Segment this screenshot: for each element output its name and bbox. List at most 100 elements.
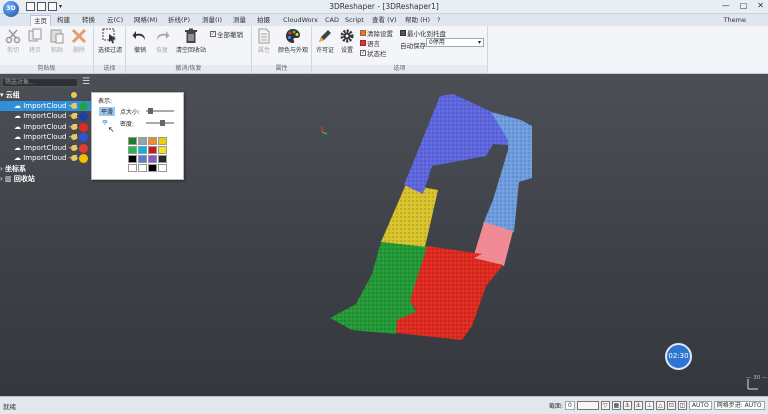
section-slider[interactable] xyxy=(576,401,599,410)
tab-polyline[interactable]: 折线(P) xyxy=(165,15,193,26)
full-undo-checkbox[interactable]: ✓ 全部撤销 xyxy=(210,29,243,39)
tab-measure[interactable]: 测量 xyxy=(230,15,249,26)
tab-mesh[interactable]: 网格(M) xyxy=(131,15,161,26)
slider-knob[interactable] xyxy=(148,108,153,114)
palette-color-cell[interactable] xyxy=(128,137,137,145)
plane-icon[interactable]: ⊥ xyxy=(644,401,654,410)
tree-root-clouds[interactable]: ▾ 云组 xyxy=(0,90,95,101)
cut-button[interactable]: 剪切 xyxy=(3,28,23,54)
visibility-icon[interactable] xyxy=(71,155,77,161)
color-swatch[interactable] xyxy=(79,101,88,111)
tab-view[interactable]: 查看 (V) xyxy=(369,15,400,26)
license-button[interactable]: 许可证 xyxy=(314,28,336,54)
palette-color-cell[interactable] xyxy=(158,146,167,154)
redo-button[interactable]: 恢复 xyxy=(151,28,173,54)
tree-item-cloud-3[interactable]: ☁ ImportCloud - 3 xyxy=(0,122,95,133)
palette-color-cell[interactable] xyxy=(128,155,137,163)
visibility-icon[interactable] xyxy=(71,113,77,119)
settings-button[interactable]: 设置 xyxy=(337,28,357,54)
color-swatch[interactable] xyxy=(79,112,88,121)
palette-color-cell[interactable] xyxy=(138,155,147,163)
close-button[interactable]: ✕ xyxy=(757,1,764,10)
filter-icon[interactable]: ▽ xyxy=(600,401,610,410)
tab-home[interactable]: 主页 xyxy=(30,15,51,26)
density-slider[interactable] xyxy=(146,120,174,126)
undo-button[interactable]: 撤销 xyxy=(129,28,151,54)
grid-icon[interactable]: ▦ xyxy=(611,401,621,410)
redo-label: 恢复 xyxy=(155,47,168,54)
help-icon[interactable]: ? xyxy=(434,15,443,26)
tab-script[interactable]: Script xyxy=(342,15,367,26)
theme-menu[interactable]: Theme xyxy=(724,16,746,24)
delete-button[interactable]: 删除 xyxy=(69,28,89,54)
hamburger-menu-icon[interactable]: ☰ xyxy=(82,78,90,87)
tab-capture[interactable]: 拍摄 xyxy=(254,15,273,26)
tab-measure-i[interactable]: 测量(I) xyxy=(199,15,225,26)
paste-button[interactable]: 粘贴 xyxy=(47,28,67,54)
clear-recycle-button[interactable]: 清空回收站 xyxy=(172,28,210,54)
tool-icon[interactable]: ⚓ xyxy=(622,401,632,410)
autosave-dropdown[interactable]: 0停用 ▾ xyxy=(426,38,484,47)
tree-item-cloud-4[interactable]: ☁ ImportCloud - 4 xyxy=(0,132,95,143)
anchor-icon[interactable]: ⚓ xyxy=(633,401,643,410)
palette-color-cell[interactable] xyxy=(128,146,137,154)
snap-icon[interactable]: ⊡ xyxy=(666,401,676,410)
color-swatch[interactable] xyxy=(79,122,88,132)
tab-cloudworx[interactable]: CloudWorx xyxy=(280,15,321,26)
visibility-icon[interactable] xyxy=(71,102,77,109)
popup-title: 表示: xyxy=(98,98,113,105)
properties-button[interactable]: 属性 xyxy=(254,28,274,54)
palette-color-cell[interactable] xyxy=(148,164,157,172)
tree-item-cloud-1[interactable]: ☁ ImportCloud - 1 xyxy=(0,100,95,111)
slider-knob[interactable] xyxy=(160,120,165,126)
color-swatch[interactable] xyxy=(79,143,88,153)
mode-smooth-option[interactable]: 平滑 xyxy=(99,107,116,116)
tree-item-recycle[interactable]: › ▥ 回收站 xyxy=(0,174,95,185)
palette-color-cell[interactable] xyxy=(148,155,157,163)
tab-transform[interactable]: 转换 xyxy=(79,15,98,26)
color-swatch[interactable] xyxy=(79,133,88,142)
checkbox-checked-icon: ✓ xyxy=(360,50,366,56)
mesh-step-field[interactable]: 网格步进: AUTO xyxy=(713,401,765,410)
color-appearance-button[interactable]: 颜色与外观 xyxy=(274,28,312,54)
tree-item-cloud-5[interactable]: ☁ ImportCloud - 5 xyxy=(0,143,95,154)
language-button[interactable]: 语言 xyxy=(360,38,380,48)
clear-settings-button[interactable]: 清除设置 xyxy=(360,28,393,38)
minimize-tray-button[interactable]: 最小化到托盘 xyxy=(400,28,446,38)
tab-cad[interactable]: CAD xyxy=(322,15,342,26)
statusbar-checkbox[interactable]: ✓ 状态栏 xyxy=(360,48,387,58)
search-input[interactable]: 筛选对象... xyxy=(2,78,78,87)
minimize-button[interactable]: — xyxy=(722,1,730,10)
tree-item-cloud-6[interactable]: ☁ ImportCloud - 6 xyxy=(0,153,95,164)
visibility-icon[interactable] xyxy=(71,134,77,140)
palette-color-cell[interactable] xyxy=(138,146,147,154)
select-filter-button[interactable]: 选择过滤 xyxy=(95,28,125,54)
tab-help[interactable]: 帮助 (H) xyxy=(402,15,433,26)
color-swatch[interactable] xyxy=(79,154,88,163)
cloud-label: ImportCloud - 1 xyxy=(23,101,78,110)
palette-color-cell[interactable] xyxy=(148,137,157,145)
palette-color-cell[interactable] xyxy=(158,164,167,172)
visibility-icon[interactable] xyxy=(71,92,77,98)
palette-color-cell[interactable] xyxy=(158,137,167,145)
copy-button[interactable]: 拷贝 xyxy=(25,28,45,54)
visibility-icon[interactable] xyxy=(71,144,77,151)
section-input[interactable]: 0 xyxy=(565,401,575,410)
maximize-button[interactable]: □ xyxy=(740,1,748,10)
app-logo[interactable]: 3D xyxy=(3,1,19,17)
visibility-icon[interactable] xyxy=(71,123,77,130)
tab-cloud[interactable]: 云(C) xyxy=(104,15,126,26)
point-size-slider[interactable] xyxy=(146,108,174,114)
auto-select[interactable]: AUTO xyxy=(688,401,712,410)
tab-build[interactable]: 构建 xyxy=(54,15,73,26)
palette-color-cell[interactable] xyxy=(138,164,147,172)
tree-item-coord[interactable]: › 坐标系 xyxy=(0,164,95,175)
palette-color-cell[interactable] xyxy=(128,164,137,172)
palette-color-cell[interactable] xyxy=(148,146,157,154)
palette-icon xyxy=(286,29,300,43)
triangle-icon[interactable]: △ xyxy=(655,401,665,410)
view-icon[interactable]: ◫ xyxy=(677,401,687,410)
tree-item-cloud-2[interactable]: ☁ ImportCloud - 2 xyxy=(0,111,95,122)
palette-color-cell[interactable] xyxy=(158,155,167,163)
palette-color-cell[interactable] xyxy=(138,137,147,145)
